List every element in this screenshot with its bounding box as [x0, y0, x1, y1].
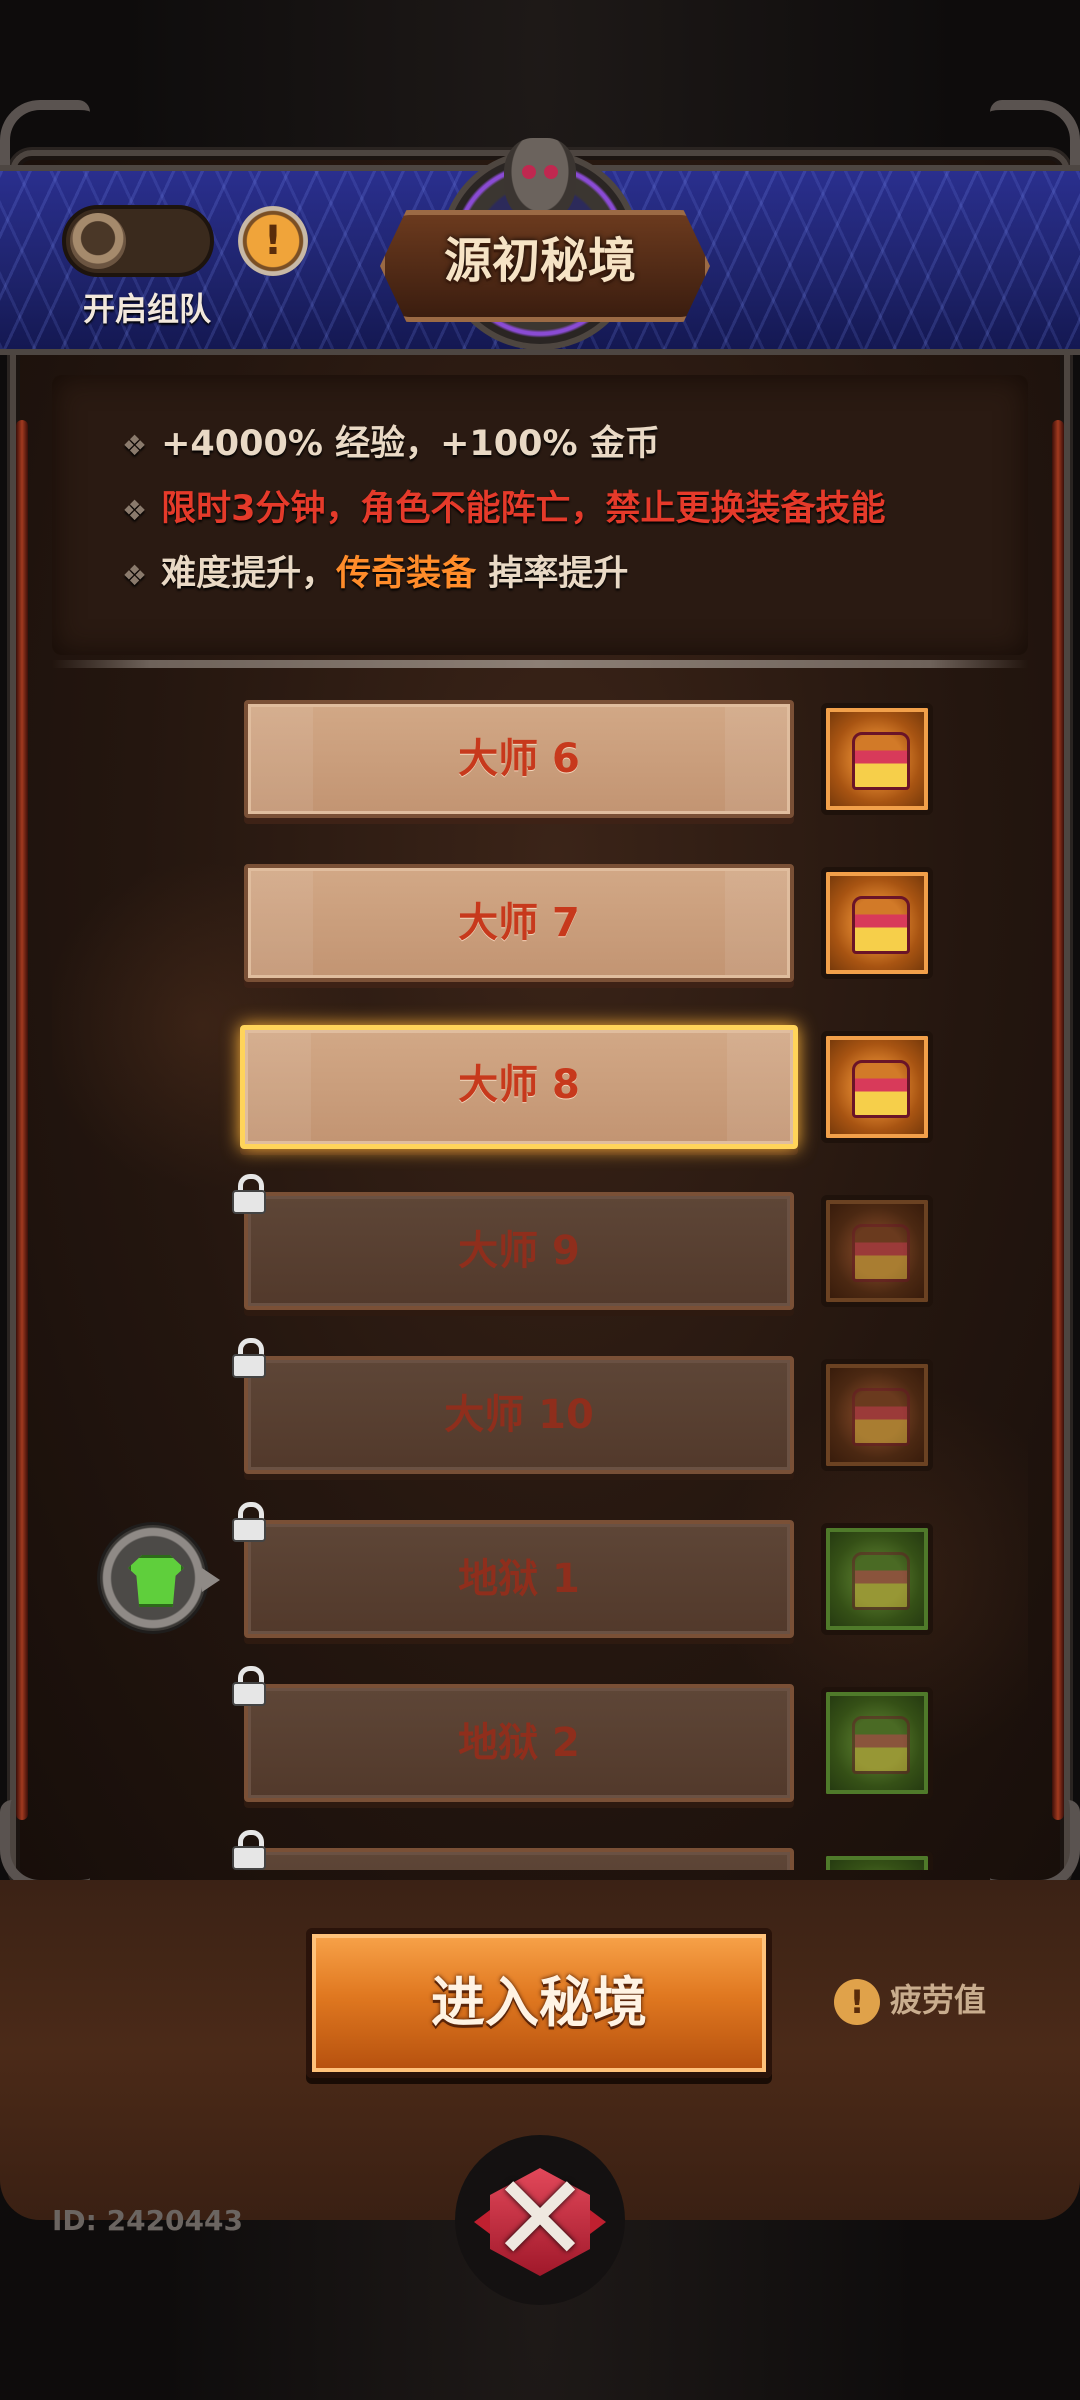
right-frame-bar — [1052, 420, 1064, 1820]
info-line-rules: ❖ 限时3分钟，角色不能阵亡，禁止更换装备技能 — [122, 489, 886, 529]
reward-chest-button[interactable] — [821, 1031, 933, 1143]
treasure-chest-icon — [852, 1060, 910, 1118]
info-line-rewards: ❖ +4000% 经验，+100% 金币 — [122, 424, 660, 464]
level-button[interactable] — [244, 1848, 794, 1870]
left-frame-bar — [16, 420, 28, 1820]
treasure-chest-icon — [852, 1552, 910, 1610]
treasure-chest-icon — [852, 896, 910, 954]
hero-position-marker — [100, 1525, 206, 1631]
treasure-chest-icon — [852, 732, 910, 790]
page-title: 源初秘境 — [443, 233, 636, 289]
level-button[interactable]: 大师 6 — [244, 700, 794, 818]
bullet-icon: ❖ — [122, 429, 148, 462]
level-button[interactable]: 大师 8 — [240, 1025, 798, 1149]
bullet-icon: ❖ — [122, 494, 148, 527]
level-button[interactable]: 大师 9 — [244, 1192, 794, 1310]
team-toggle-label: 开启组队 — [82, 290, 211, 328]
level-button[interactable]: 地狱 2 — [244, 1684, 794, 1802]
reward-chest-button[interactable] — [821, 1523, 933, 1635]
lock-icon — [232, 1830, 266, 1870]
reward-chest-button[interactable] — [821, 867, 933, 979]
enter-dungeon-button[interactable]: 进入秘境 — [306, 1928, 772, 2078]
treasure-chest-icon — [852, 1716, 910, 1774]
section-divider — [52, 660, 1028, 668]
reward-chest-button[interactable] — [821, 1359, 933, 1471]
lock-icon — [232, 1666, 266, 1706]
skull-eye-left — [522, 165, 536, 179]
toggle-knob — [70, 213, 126, 269]
skull-eye-right — [544, 165, 558, 179]
info-icon[interactable]: ! — [238, 206, 308, 276]
close-button[interactable]: ✕ — [470, 2150, 610, 2290]
info-line-drops: ❖ 难度提升，传奇装备 掉率提升 — [122, 554, 629, 594]
reward-chest-button[interactable] — [821, 703, 933, 815]
reward-chest-button[interactable] — [821, 1687, 933, 1799]
fatigue-info[interactable]: ! 疲劳值 — [834, 1975, 986, 2025]
user-id: ID: 2420443 — [52, 2204, 243, 2237]
hero-pointer-arrow — [202, 1568, 220, 1592]
level-button[interactable]: 地狱 1 — [244, 1520, 794, 1638]
reward-chest-button[interactable] — [821, 1195, 933, 1307]
fatigue-info-icon: ! — [834, 1979, 880, 2025]
legendary-gear-highlight: 传奇装备 — [336, 554, 477, 594]
armor-shirt-icon — [128, 1555, 184, 1607]
lock-icon — [232, 1174, 266, 1214]
treasure-chest-icon — [852, 1224, 910, 1282]
level-button[interactable]: 大师 7 — [244, 864, 794, 982]
level-list[interactable]: 大师 6 大师 7 大师 8 大师 9 大师 10 地狱 1 地狱 2 — [52, 675, 1028, 1870]
reward-chest-button[interactable] — [821, 1851, 933, 1870]
treasure-chest-icon — [852, 1388, 910, 1446]
lock-icon — [232, 1338, 266, 1378]
fatigue-label: 疲劳值 — [890, 1981, 987, 2019]
lock-icon — [232, 1502, 266, 1542]
bullet-icon: ❖ — [122, 559, 148, 592]
level-button[interactable]: 大师 10 — [244, 1356, 794, 1474]
team-toggle[interactable] — [62, 205, 214, 277]
